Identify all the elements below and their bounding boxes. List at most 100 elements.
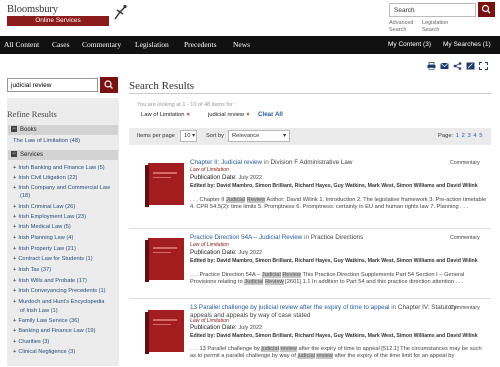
site-header: Bloomsbury Professional Online Services … — [0, 0, 500, 36]
result-editors: Edited by: David Mambro, Simon Brilliant… — [190, 333, 478, 339]
result-editors: Edited by: David Mambro, Simon Brilliant… — [190, 258, 478, 264]
filter-label: judicial review — [208, 112, 245, 118]
search-icon — [481, 4, 491, 14]
books-section-header[interactable]: − Books — [8, 125, 118, 135]
main-nav: All Content Cases Commentary Legislation… — [0, 36, 500, 54]
facet-item[interactable]: + Irish Planning Law (4) — [13, 235, 117, 243]
facet-item[interactable]: + Family Law Service (36) — [13, 318, 117, 326]
facet-item-cont[interactable]: (18) — [13, 193, 117, 201]
facet-item[interactable]: + Irish Wills and Probate (17) — [13, 278, 117, 286]
facet-item[interactable]: + Irish Banking and Finance Law (5) — [13, 165, 117, 173]
result-source[interactable]: Law of Limitation — [190, 167, 229, 173]
nav-news[interactable]: News — [233, 36, 250, 54]
collapse-icon: − — [11, 126, 17, 133]
nav-my-searches[interactable]: My Searches (1) — [443, 36, 491, 54]
nav-my-content[interactable]: My Content (3) — [388, 36, 431, 54]
facet-item[interactable]: + Banking and Finance Law (19) — [13, 328, 117, 336]
facet-item[interactable]: + Irish Civil Litigation (22) — [13, 175, 117, 183]
sort-label: Sort by — [206, 133, 225, 139]
facet-item-cont[interactable]: of Irish Law (1) — [13, 308, 117, 316]
publication-date: Publication Date: July 2022 — [190, 324, 263, 331]
facet-item[interactable]: + Murdoch and Hunt's Encyclopedia — [13, 299, 117, 307]
page-3[interactable]: 3 — [468, 133, 471, 139]
filter-label: Law of Limitation — [141, 112, 185, 118]
plus-icon: + — [13, 214, 17, 220]
legislation-search-line2: Search — [422, 27, 440, 33]
facet-item[interactable]: + Charities (3) — [13, 339, 117, 347]
plus-icon: + — [13, 328, 17, 334]
legislation-search-line1: Legislation — [422, 20, 449, 26]
advanced-search-link[interactable]: Advanced Search — [389, 20, 413, 34]
refine-search-input[interactable]: judicial review — [7, 78, 98, 92]
facet-item[interactable]: + Irish Employment Law (23) — [13, 214, 117, 222]
book-cover-thumbnail[interactable] — [145, 310, 184, 354]
plus-icon: + — [13, 339, 17, 345]
nav-precedents[interactable]: Precedents — [184, 36, 217, 54]
result-divider — [129, 228, 491, 229]
result-title-link[interactable]: Practice Direction 54A – Judicial Review… — [190, 234, 363, 241]
result-divider — [129, 298, 491, 299]
share-icon[interactable] — [453, 62, 462, 70]
items-per-page-select[interactable]: 10 ▾ — [180, 130, 197, 142]
items-per-page-label: Items per page — [137, 133, 175, 139]
plus-icon: + — [13, 267, 17, 273]
brand-subtitle: Online Services — [7, 16, 109, 26]
plus-icon: + — [13, 318, 17, 324]
nav-all-content[interactable]: All Content — [4, 36, 39, 54]
clear-all-link[interactable]: Clear All — [258, 111, 283, 118]
sort-select[interactable]: Relevance ▾ — [228, 130, 290, 142]
plus-icon: + — [13, 185, 17, 191]
print-icon[interactable] — [427, 62, 436, 70]
facet-item[interactable]: + Contract Law for Students (1) — [13, 256, 117, 264]
remove-filter-icon[interactable]: × — [187, 112, 190, 118]
publication-date: Publication Date: July 2022 — [190, 174, 263, 181]
nav-commentary[interactable]: Commentary — [82, 36, 121, 54]
facet-item[interactable]: + Irish Criminal Law (26) — [13, 204, 117, 212]
facet-item[interactable]: + Irish Company and Commercial Law — [13, 185, 117, 193]
page-4[interactable]: 4 — [473, 133, 476, 139]
legislation-search-link[interactable]: Legislation Search — [422, 20, 448, 34]
diver-logo-icon — [114, 4, 127, 20]
page-5[interactable]: 5 — [479, 133, 482, 139]
remove-filter-icon[interactable]: × — [246, 112, 249, 118]
bookmark-icon[interactable] — [466, 62, 475, 70]
result-editors: Edited by: David Mambro, Simon Brilliant… — [190, 183, 478, 189]
global-search-input[interactable]: Search — [389, 3, 476, 17]
result-item: 13 Parallel challenge by judicial review… — [129, 300, 491, 367]
result-source[interactable]: Law of Limitation — [190, 242, 229, 248]
brand-logo[interactable]: Bloomsbury Professional Online Services — [7, 4, 109, 26]
facet-item[interactable]: + Irish Medical Law (5) — [13, 224, 117, 232]
filter-chip-judicial-review[interactable]: judicial review × — [208, 112, 249, 118]
advanced-search-line2: Search — [389, 27, 407, 33]
nav-legislation[interactable]: Legislation — [135, 36, 169, 54]
refine-search-button[interactable] — [100, 77, 118, 93]
plus-icon: + — [13, 165, 17, 171]
nav-cases[interactable]: Cases — [52, 36, 70, 54]
book-facet-law-of-limitation[interactable]: The Law of Limitation (48) — [13, 138, 80, 144]
result-item: Chapter II: Judicial review in Division … — [129, 155, 491, 225]
search-icon — [104, 80, 113, 89]
services-label: Services — [20, 152, 44, 158]
services-section-header[interactable]: − Services — [8, 150, 118, 160]
facet-item[interactable]: + Clinical Negligence (3) — [13, 349, 117, 357]
global-search-button[interactable] — [478, 2, 495, 17]
result-title-link[interactable]: Chapter II: Judicial review in Division … — [190, 159, 352, 166]
results-count: You are looking at 1 - 10 of 48 items fo… — [137, 102, 236, 108]
plus-icon: + — [13, 278, 17, 284]
book-cover-thumbnail[interactable] — [145, 238, 184, 282]
facet-item[interactable]: + Irish Tax (37) — [13, 267, 117, 275]
result-item: Practice Direction 54A – Judicial Review… — [129, 230, 491, 300]
expand-icon[interactable] — [479, 62, 488, 70]
book-cover-thumbnail[interactable] — [145, 163, 184, 207]
filter-chip-law-of-limitation[interactable]: Law of Limitation × — [141, 112, 190, 118]
facet-item[interactable]: + Irish Property Law (21) — [13, 246, 117, 254]
page-1[interactable]: 1 — [456, 133, 459, 139]
result-title-link[interactable]: 13 Parallel challenge by judicial review… — [190, 304, 472, 319]
page-2[interactable]: 2 — [462, 133, 465, 139]
facet-item[interactable]: + Irish Conveyancing Precedents (1) — [13, 288, 117, 296]
plus-icon: + — [13, 175, 17, 181]
page-label: Page: — [438, 133, 454, 139]
plus-icon: + — [13, 235, 17, 241]
plus-icon: + — [13, 256, 17, 262]
email-icon[interactable] — [440, 62, 449, 70]
